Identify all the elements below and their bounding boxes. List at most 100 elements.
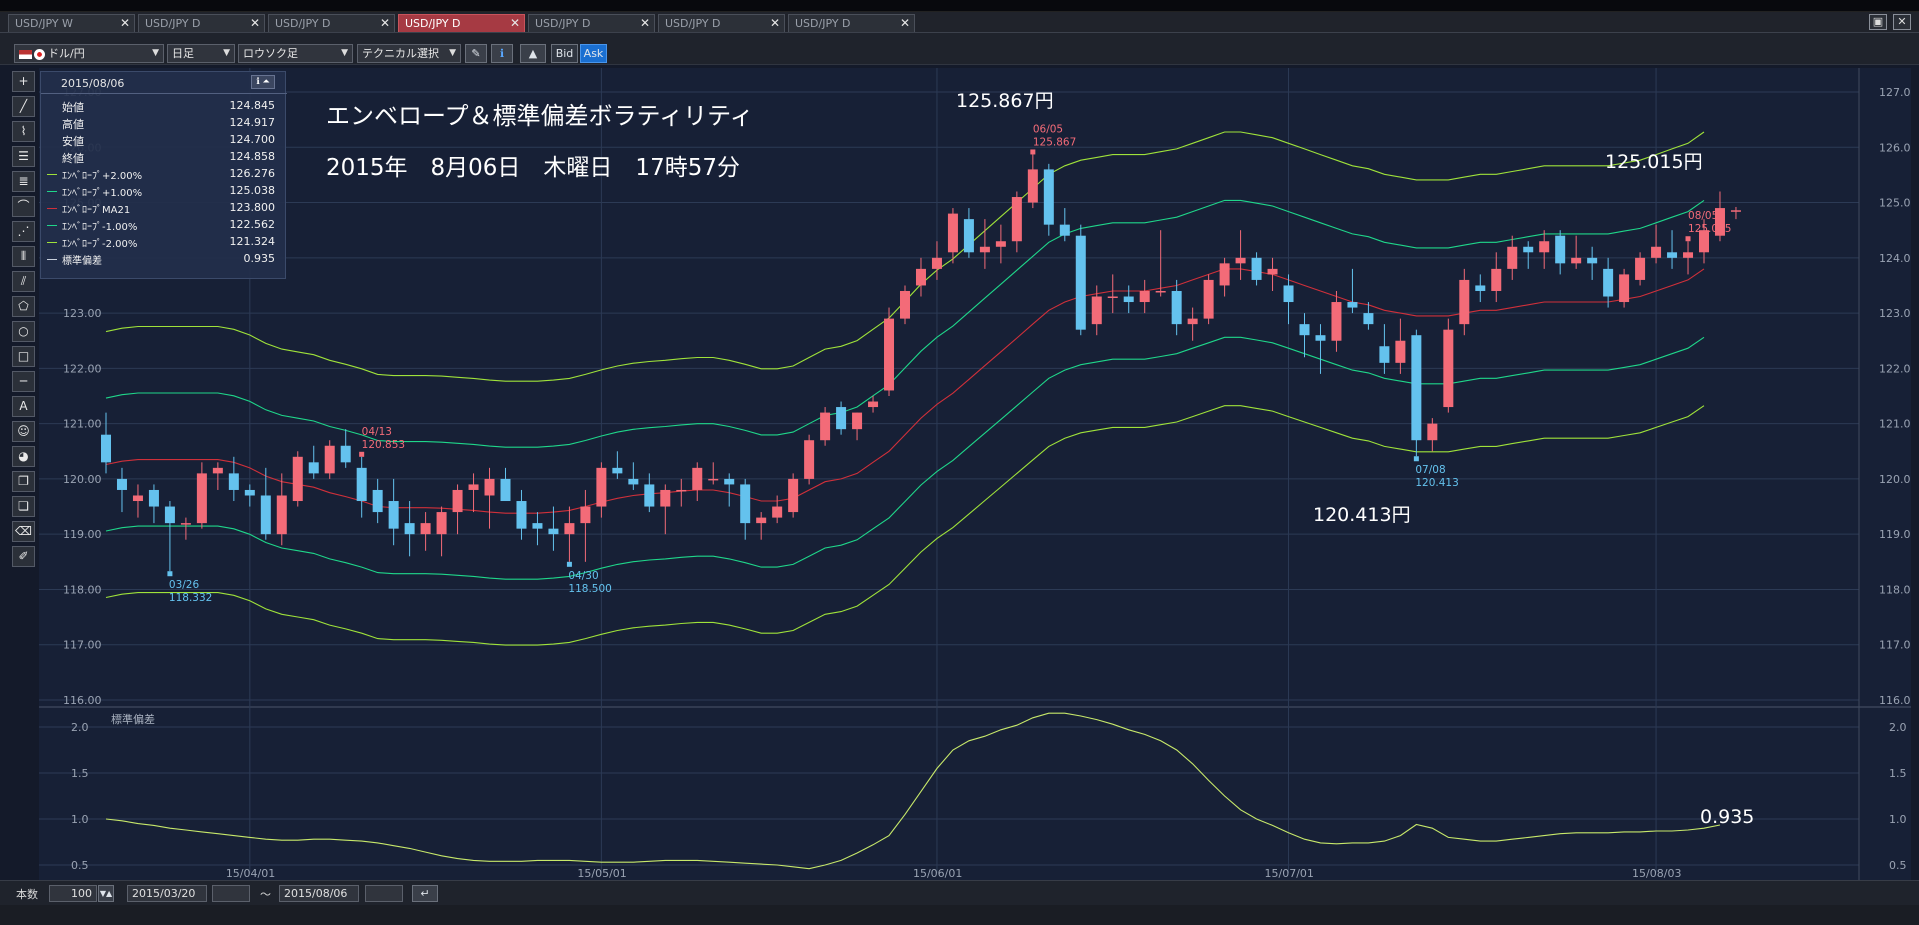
horizontal-lines-icon[interactable]: ☰ (12, 146, 35, 167)
info-value: 123.800 (229, 201, 276, 214)
ohlc-info-panel: 2015/08/06 ℹ ⏶ 始値 124.845 高値 124.917 安値 124.7… (40, 71, 287, 279)
rectangle-icon[interactable]: □ (12, 346, 35, 367)
erase-all-icon[interactable]: ✐ (12, 546, 35, 567)
ask-button[interactable]: Ask (580, 44, 607, 63)
magnet-icon[interactable]: ◕ (12, 446, 35, 467)
channel-lines-icon[interactable]: ≣ (12, 171, 35, 192)
stddev-tick-label: 0.5 (71, 859, 89, 872)
price-tick-label: 123.00 (63, 307, 102, 320)
tab-chart[interactable]: USD/JPY D ✕ (268, 14, 395, 32)
tab-chart[interactable]: USD/JPY D ✕ (138, 14, 265, 32)
crosshair-icon[interactable]: + (12, 71, 35, 92)
series-swatch (47, 174, 57, 175)
eraser-icon[interactable]: ⌫ (12, 521, 35, 542)
pentagon-icon[interactable]: ⬠ (12, 296, 35, 317)
info-label: 標準偏差 (62, 256, 102, 267)
info-value: 124.917 (229, 116, 276, 129)
start-date-input[interactable]: 2015/03/20 (127, 885, 207, 902)
close-icon[interactable]: ✕ (510, 15, 520, 32)
subchart-title: 標準偏差 (111, 712, 155, 726)
copy-icon[interactable]: ❐ (12, 471, 35, 492)
end-date-input[interactable]: 2015/08/06 (279, 885, 359, 902)
tab-label: USD/JPY D (275, 17, 331, 30)
fan-icon[interactable]: ⋰ (12, 221, 35, 242)
tab-chart[interactable]: USD/JPY D ✕ (658, 14, 785, 32)
bid-button[interactable]: Bid (551, 44, 578, 63)
tab-chart[interactable]: USD/JPY D ✕ (528, 14, 655, 32)
candle-count-input[interactable]: 100 (49, 885, 97, 902)
annotation-date: 07/08 (1415, 464, 1445, 476)
technical-select[interactable]: テクニカル選択 ▼ (357, 44, 461, 63)
price-tick-label: 125.00 (1879, 197, 1911, 210)
trendline-icon[interactable]: ╱ (12, 96, 35, 117)
last-price-label: 125.015円 (1605, 151, 1703, 173)
marker (1413, 456, 1419, 462)
close-icon[interactable]: ✕ (380, 15, 390, 32)
smiley-icon[interactable]: ☺ (12, 421, 35, 442)
candle (292, 451, 303, 507)
ruler-icon[interactable]: ⌇ (12, 121, 35, 142)
currency-pair-select[interactable]: ドル/円 ▼ (14, 44, 164, 63)
price-tick-label: 126.00 (1879, 141, 1911, 154)
pitchfork-icon[interactable]: ⫽ (12, 271, 35, 292)
tab-label: USD/JPY D (145, 17, 201, 30)
price-tick-label: 122.00 (1879, 362, 1911, 375)
tab-chart-active[interactable]: USD/JPY D ✕ (398, 14, 525, 32)
marker (167, 571, 173, 577)
paste-icon[interactable]: ❏ (12, 496, 35, 517)
annotation-price: 118.500 (568, 583, 611, 595)
close-icon[interactable]: ✕ (250, 15, 260, 32)
arc-icon[interactable]: ⌒ (12, 196, 35, 217)
chart-style-select[interactable]: ロウソク足 ▼ (238, 44, 353, 63)
timeframe-select[interactable]: 日足 ▼ (167, 44, 235, 63)
info-icon[interactable]: ℹ (491, 44, 513, 63)
price-tick-label: 121.00 (1879, 418, 1911, 431)
info-label: 高値 (62, 118, 84, 131)
close-icon[interactable]: ✕ (120, 15, 130, 32)
reset-icon[interactable]: ↵ (412, 885, 438, 902)
count-stepper-icon[interactable]: ▼▲ (98, 885, 114, 902)
info-value: 124.858 (229, 150, 276, 163)
start-time-input[interactable] (212, 885, 250, 902)
date-tick-label: 15/06/01 (913, 867, 962, 880)
text-icon[interactable]: A (12, 396, 35, 417)
pencil-icon[interactable]: ✎ (465, 44, 487, 63)
tab-chart[interactable]: USD/JPY W ✕ (8, 14, 135, 32)
info-row: 終値 124.858 (41, 150, 287, 167)
vertical-lines-icon[interactable]: ⦀ (12, 246, 35, 267)
chevron-down-icon: ▼ (152, 48, 159, 58)
top-strip (0, 0, 1919, 12)
chart-window: USD/JPY W ✕ USD/JPY D ✕ USD/JPY D ✕ USD/JPY… (0, 0, 1919, 925)
close-window-icon[interactable]: ✕ (1893, 14, 1911, 30)
info-value: 124.845 (229, 99, 276, 112)
low-price-label: 120.413円 (1313, 504, 1411, 526)
marker (1685, 236, 1691, 242)
tab-label: USD/JPY D (795, 17, 851, 30)
info-toggle-icon[interactable]: ℹ ⏶ (251, 75, 275, 89)
close-icon[interactable]: ✕ (770, 15, 780, 32)
divider (41, 93, 287, 94)
info-value: 125.038 (229, 184, 276, 197)
tab-label: USD/JPY W (15, 17, 73, 30)
tab-bar: USD/JPY W ✕ USD/JPY D ✕ USD/JPY D ✕ USD/JPY… (0, 12, 1919, 33)
horizontal-line-icon[interactable]: ─ (12, 371, 35, 392)
circle-icon[interactable]: ○ (12, 321, 35, 342)
price-tick-label: 118.00 (63, 583, 102, 596)
info-row: ｴﾝﾍﾞﾛｰﾌﾟ+1.00% 125.038 (41, 184, 287, 201)
toolbar: ドル/円 ▼ 日足 ▼ ロウソク足 ▼ テクニカル選択 ▼ ✎ ℹ ▲ Bid Ask (0, 33, 1919, 65)
stddev-chart[interactable]: 標準偏差 2.0 2.0 1.5 1.5 1.0 1.0 0.5 0.5 15/04/01 15… (39, 705, 1911, 880)
price-tick-label: 120.00 (1879, 473, 1911, 486)
price-tick-label: 120.00 (63, 473, 102, 486)
close-icon[interactable]: ✕ (900, 15, 910, 32)
timeframe-label: 日足 (172, 47, 194, 60)
tab-chart[interactable]: USD/JPY D ✕ (788, 14, 915, 32)
stddev-tick-label: 1.0 (71, 813, 89, 826)
end-time-input[interactable] (365, 885, 403, 902)
candle (1443, 318, 1454, 413)
mountain-chart-icon[interactable]: ▲ (520, 44, 546, 63)
date-tick-label: 15/07/01 (1265, 867, 1314, 880)
series-swatch (47, 259, 57, 260)
maximize-icon[interactable]: ▣ (1869, 14, 1887, 30)
close-icon[interactable]: ✕ (640, 15, 650, 32)
info-row: 標準偏差 0.935 (41, 252, 287, 269)
